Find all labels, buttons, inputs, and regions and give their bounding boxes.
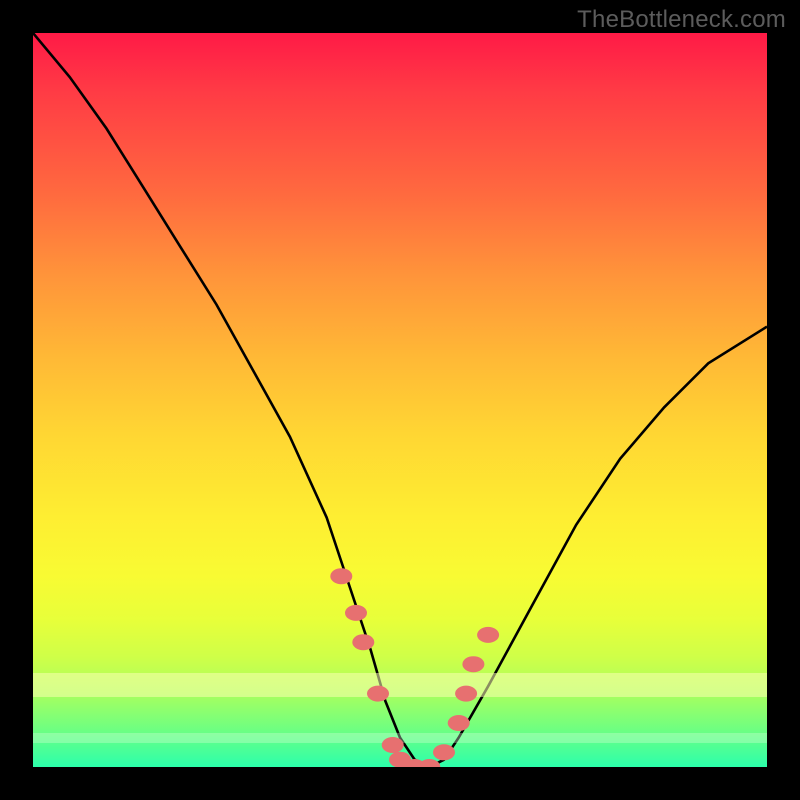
curve-layer	[33, 33, 767, 767]
highlight-dot	[418, 759, 440, 767]
chart-frame: TheBottleneck.com	[0, 0, 800, 800]
light-band-1	[33, 673, 767, 697]
highlight-dot	[352, 634, 374, 650]
highlight-dot	[382, 737, 404, 753]
highlight-dot	[330, 568, 352, 584]
highlight-dot	[462, 656, 484, 672]
highlight-dot	[433, 744, 455, 760]
highlight-dot	[367, 686, 389, 702]
highlight-dot	[477, 627, 499, 643]
watermark-text: TheBottleneck.com	[577, 6, 786, 34]
highlight-dot	[455, 686, 477, 702]
bottleneck-curve	[33, 33, 767, 767]
highlight-dot	[345, 605, 367, 621]
plot-area	[33, 33, 767, 767]
highlight-dot	[448, 715, 470, 731]
